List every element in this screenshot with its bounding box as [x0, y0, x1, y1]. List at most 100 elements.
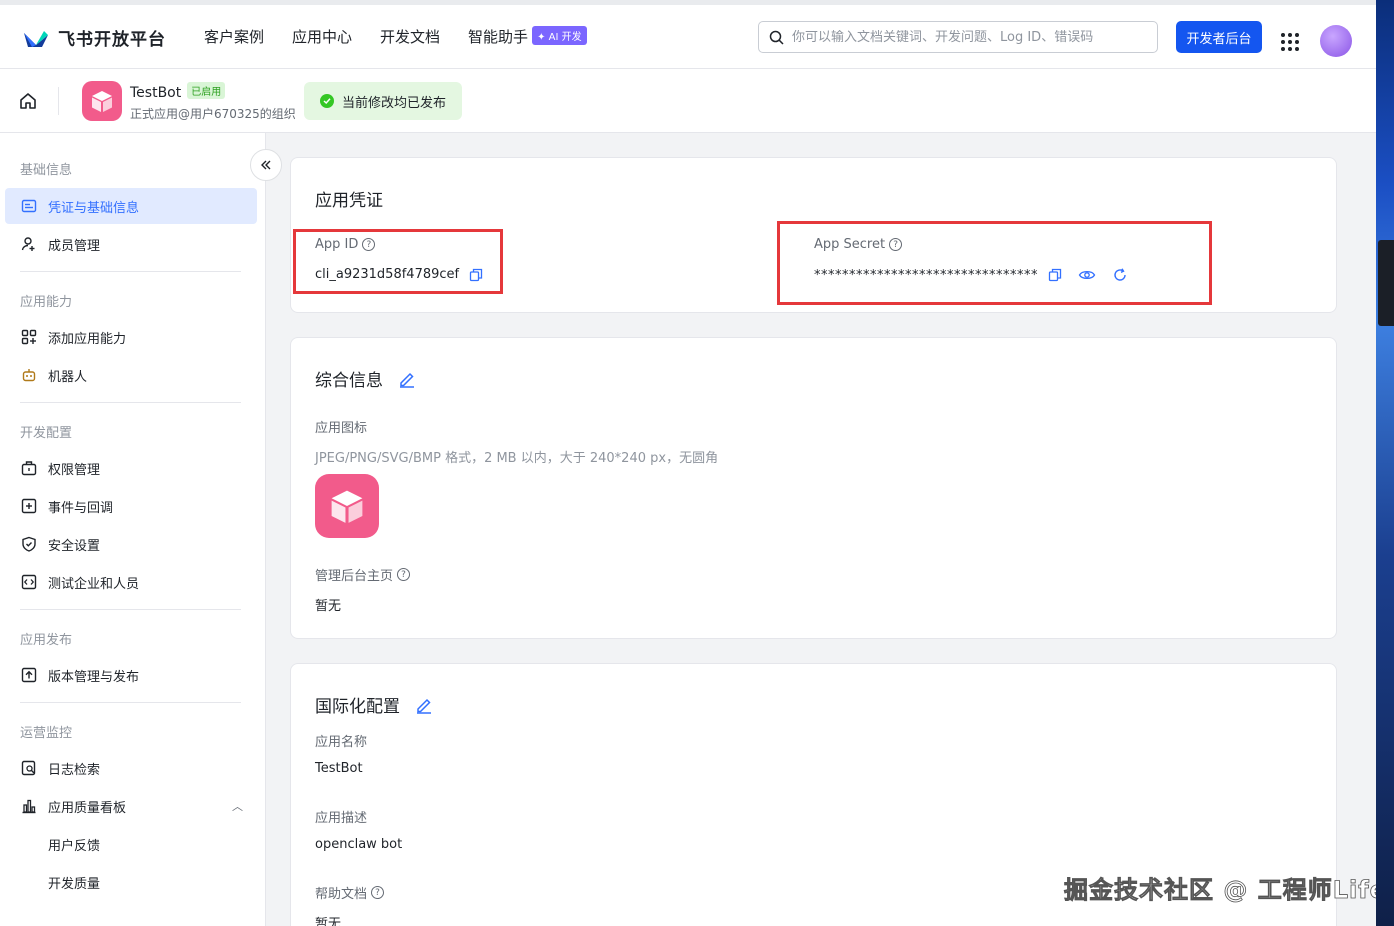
divider — [58, 87, 59, 115]
sidebar-item-user-feedback[interactable]: 用户反馈 — [5, 826, 257, 862]
sidebar-item-test-org[interactable]: 测试企业和人员 — [5, 564, 257, 600]
publish-status: 当前修改均已发布 — [304, 82, 463, 120]
admin-home-label-text: 管理后台主页 — [315, 569, 394, 584]
divider — [20, 702, 241, 703]
app-org: 正式应用@用户670325的组织 — [130, 107, 296, 121]
code-icon — [20, 573, 38, 591]
card-title-text: 国际化配置 — [315, 697, 400, 717]
sidebar-item-label: 测试企业和人员 — [48, 576, 140, 592]
nav-link-docs[interactable]: 开发文档 — [380, 26, 440, 47]
publish-status-text: 当前修改均已发布 — [342, 95, 447, 111]
nav-link-app-center[interactable]: 应用中心 — [292, 26, 352, 47]
chevron-up-icon[interactable]: ︿ — [232, 798, 243, 814]
sidebar-section-title: 应用发布 — [20, 633, 73, 648]
admin-home-value: 暂无 — [315, 599, 342, 614]
sidebar-item-dev-quality[interactable]: 开发质量 — [5, 864, 257, 900]
divider — [20, 609, 241, 610]
watermark: 掘金技术社区 @ 工程师Life — [1064, 876, 1387, 905]
search-box[interactable] — [758, 21, 1158, 53]
app-desc-label: 应用描述 — [315, 811, 368, 826]
admin-home-label: 管理后台主页? — [315, 565, 411, 584]
apps-icon — [20, 328, 38, 346]
highlight-box-app-id — [293, 229, 503, 294]
cube-icon — [331, 490, 363, 523]
sidebar-item-permissions[interactable]: 权限管理 — [5, 450, 257, 486]
nav-link-assistant[interactable]: 智能助手 ✦ AI 开发 — [468, 26, 587, 47]
sidebar-item-members[interactable]: 成员管理 — [5, 226, 257, 262]
sidebar-item-label: 添加应用能力 — [48, 331, 127, 347]
ai-dev-badge: ✦ AI 开发 — [532, 26, 587, 45]
app-name-label: 应用名称 — [315, 735, 368, 750]
check-circle-icon — [320, 94, 334, 108]
app-icon-image[interactable] — [315, 474, 379, 538]
upload-icon — [20, 666, 38, 684]
sidebar-item-label: 凭证与基础信息 — [48, 200, 140, 216]
sidebar-item-label: 用户反馈 — [48, 838, 101, 854]
robot-icon — [20, 366, 38, 384]
user-avatar[interactable] — [1320, 25, 1352, 57]
home-icon[interactable] — [18, 91, 38, 111]
card-title: 综合信息 — [315, 366, 416, 391]
sidebar: 基础信息 凭证与基础信息 成员管理 应用能力 添加应用能力 机器人 开发配置 权… — [0, 133, 266, 926]
app-desc-value: openclaw bot — [315, 837, 403, 852]
plus-square-icon — [20, 497, 38, 515]
divider — [20, 271, 241, 272]
card-title: 国际化配置 — [315, 692, 433, 717]
developer-console-button[interactable]: 开发者后台 — [1176, 21, 1262, 53]
card-title-text: 综合信息 — [315, 371, 383, 391]
app-logo — [82, 81, 122, 121]
id-card-icon — [20, 197, 38, 215]
sidebar-item-label: 权限管理 — [48, 462, 101, 478]
briefcase-icon — [20, 459, 38, 477]
help-doc-label-text: 帮助文档 — [315, 887, 368, 902]
shield-icon — [20, 535, 38, 553]
sidebar-item-release[interactable]: 版本管理与发布 — [5, 657, 257, 693]
help-doc-value: 暂无 — [315, 917, 342, 926]
collapse-sidebar-button[interactable] — [250, 149, 282, 181]
sidebar-item-label: 版本管理与发布 — [48, 669, 140, 685]
edit-icon[interactable] — [415, 696, 433, 714]
user-add-icon — [20, 235, 38, 253]
status-badge: 已启用 — [187, 82, 226, 99]
sidebar-item-credentials[interactable]: 凭证与基础信息 — [5, 188, 257, 224]
help-icon[interactable]: ? — [397, 568, 411, 581]
divider — [20, 402, 241, 403]
sidebar-item-label: 安全设置 — [48, 538, 101, 554]
sidebar-item-add-capability[interactable]: 添加应用能力 — [5, 319, 257, 355]
search-icon — [769, 30, 784, 45]
sidebar-item-security[interactable]: 安全设置 — [5, 526, 257, 562]
feishu-logo-icon — [24, 30, 48, 47]
sidebar-item-bot[interactable]: 机器人 — [5, 357, 257, 393]
bar-chart-icon — [20, 797, 38, 815]
search-input[interactable] — [792, 29, 1132, 45]
top-navbar: 飞书开放平台 客户案例 应用中心 开发文档 智能助手✦ AI 开发 开发者后台 — [0, 0, 1376, 69]
nav-link-cases[interactable]: 客户案例 — [204, 26, 264, 47]
sidebar-item-label: 成员管理 — [48, 238, 101, 254]
card-title: 应用凭证 — [315, 191, 383, 211]
highlight-box-app-secret — [777, 221, 1212, 305]
app-icon-hint: JPEG/PNG/SVG/BMP 格式，2 MB 以内，大于 240*240 p… — [315, 451, 719, 466]
sidebar-item-log-search[interactable]: 日志检索 — [5, 750, 257, 786]
sidebar-section-title: 应用能力 — [20, 295, 73, 310]
sidebar-item-label: 机器人 — [48, 369, 88, 385]
sidebar-item-label: 事件与回调 — [48, 500, 114, 516]
app-grid-icon[interactable] — [1281, 33, 1299, 51]
sidebar-section-title: 开发配置 — [20, 426, 73, 441]
edit-icon[interactable] — [398, 370, 416, 388]
log-search-icon — [20, 759, 38, 777]
app-icon-label: 应用图标 — [315, 421, 368, 436]
app-name-text: TestBot — [130, 85, 182, 101]
sidebar-item-quality-board[interactable]: 应用质量看板 ︿ — [5, 788, 257, 824]
desktop-background-strip — [1376, 0, 1394, 926]
sidebar-item-label: 开发质量 — [48, 876, 101, 892]
app-name: TestBot 已启用 — [130, 82, 226, 101]
double-chevron-left-icon — [261, 160, 271, 170]
help-icon[interactable]: ? — [371, 886, 385, 899]
sidebar-item-label: 应用质量看板 — [48, 800, 127, 816]
app-header: TestBot 已启用 正式应用@用户670325的组织 当前修改均已发布 — [0, 69, 1376, 133]
brand-logo[interactable]: 飞书开放平台 — [22, 25, 166, 50]
brand-name: 飞书开放平台 — [58, 30, 166, 50]
sidebar-item-events[interactable]: 事件与回调 — [5, 488, 257, 524]
general-info-card: 综合信息 应用图标 JPEG/PNG/SVG/BMP 格式，2 MB 以内，大于… — [290, 337, 1337, 639]
sidebar-item-label: 日志检索 — [48, 762, 101, 778]
